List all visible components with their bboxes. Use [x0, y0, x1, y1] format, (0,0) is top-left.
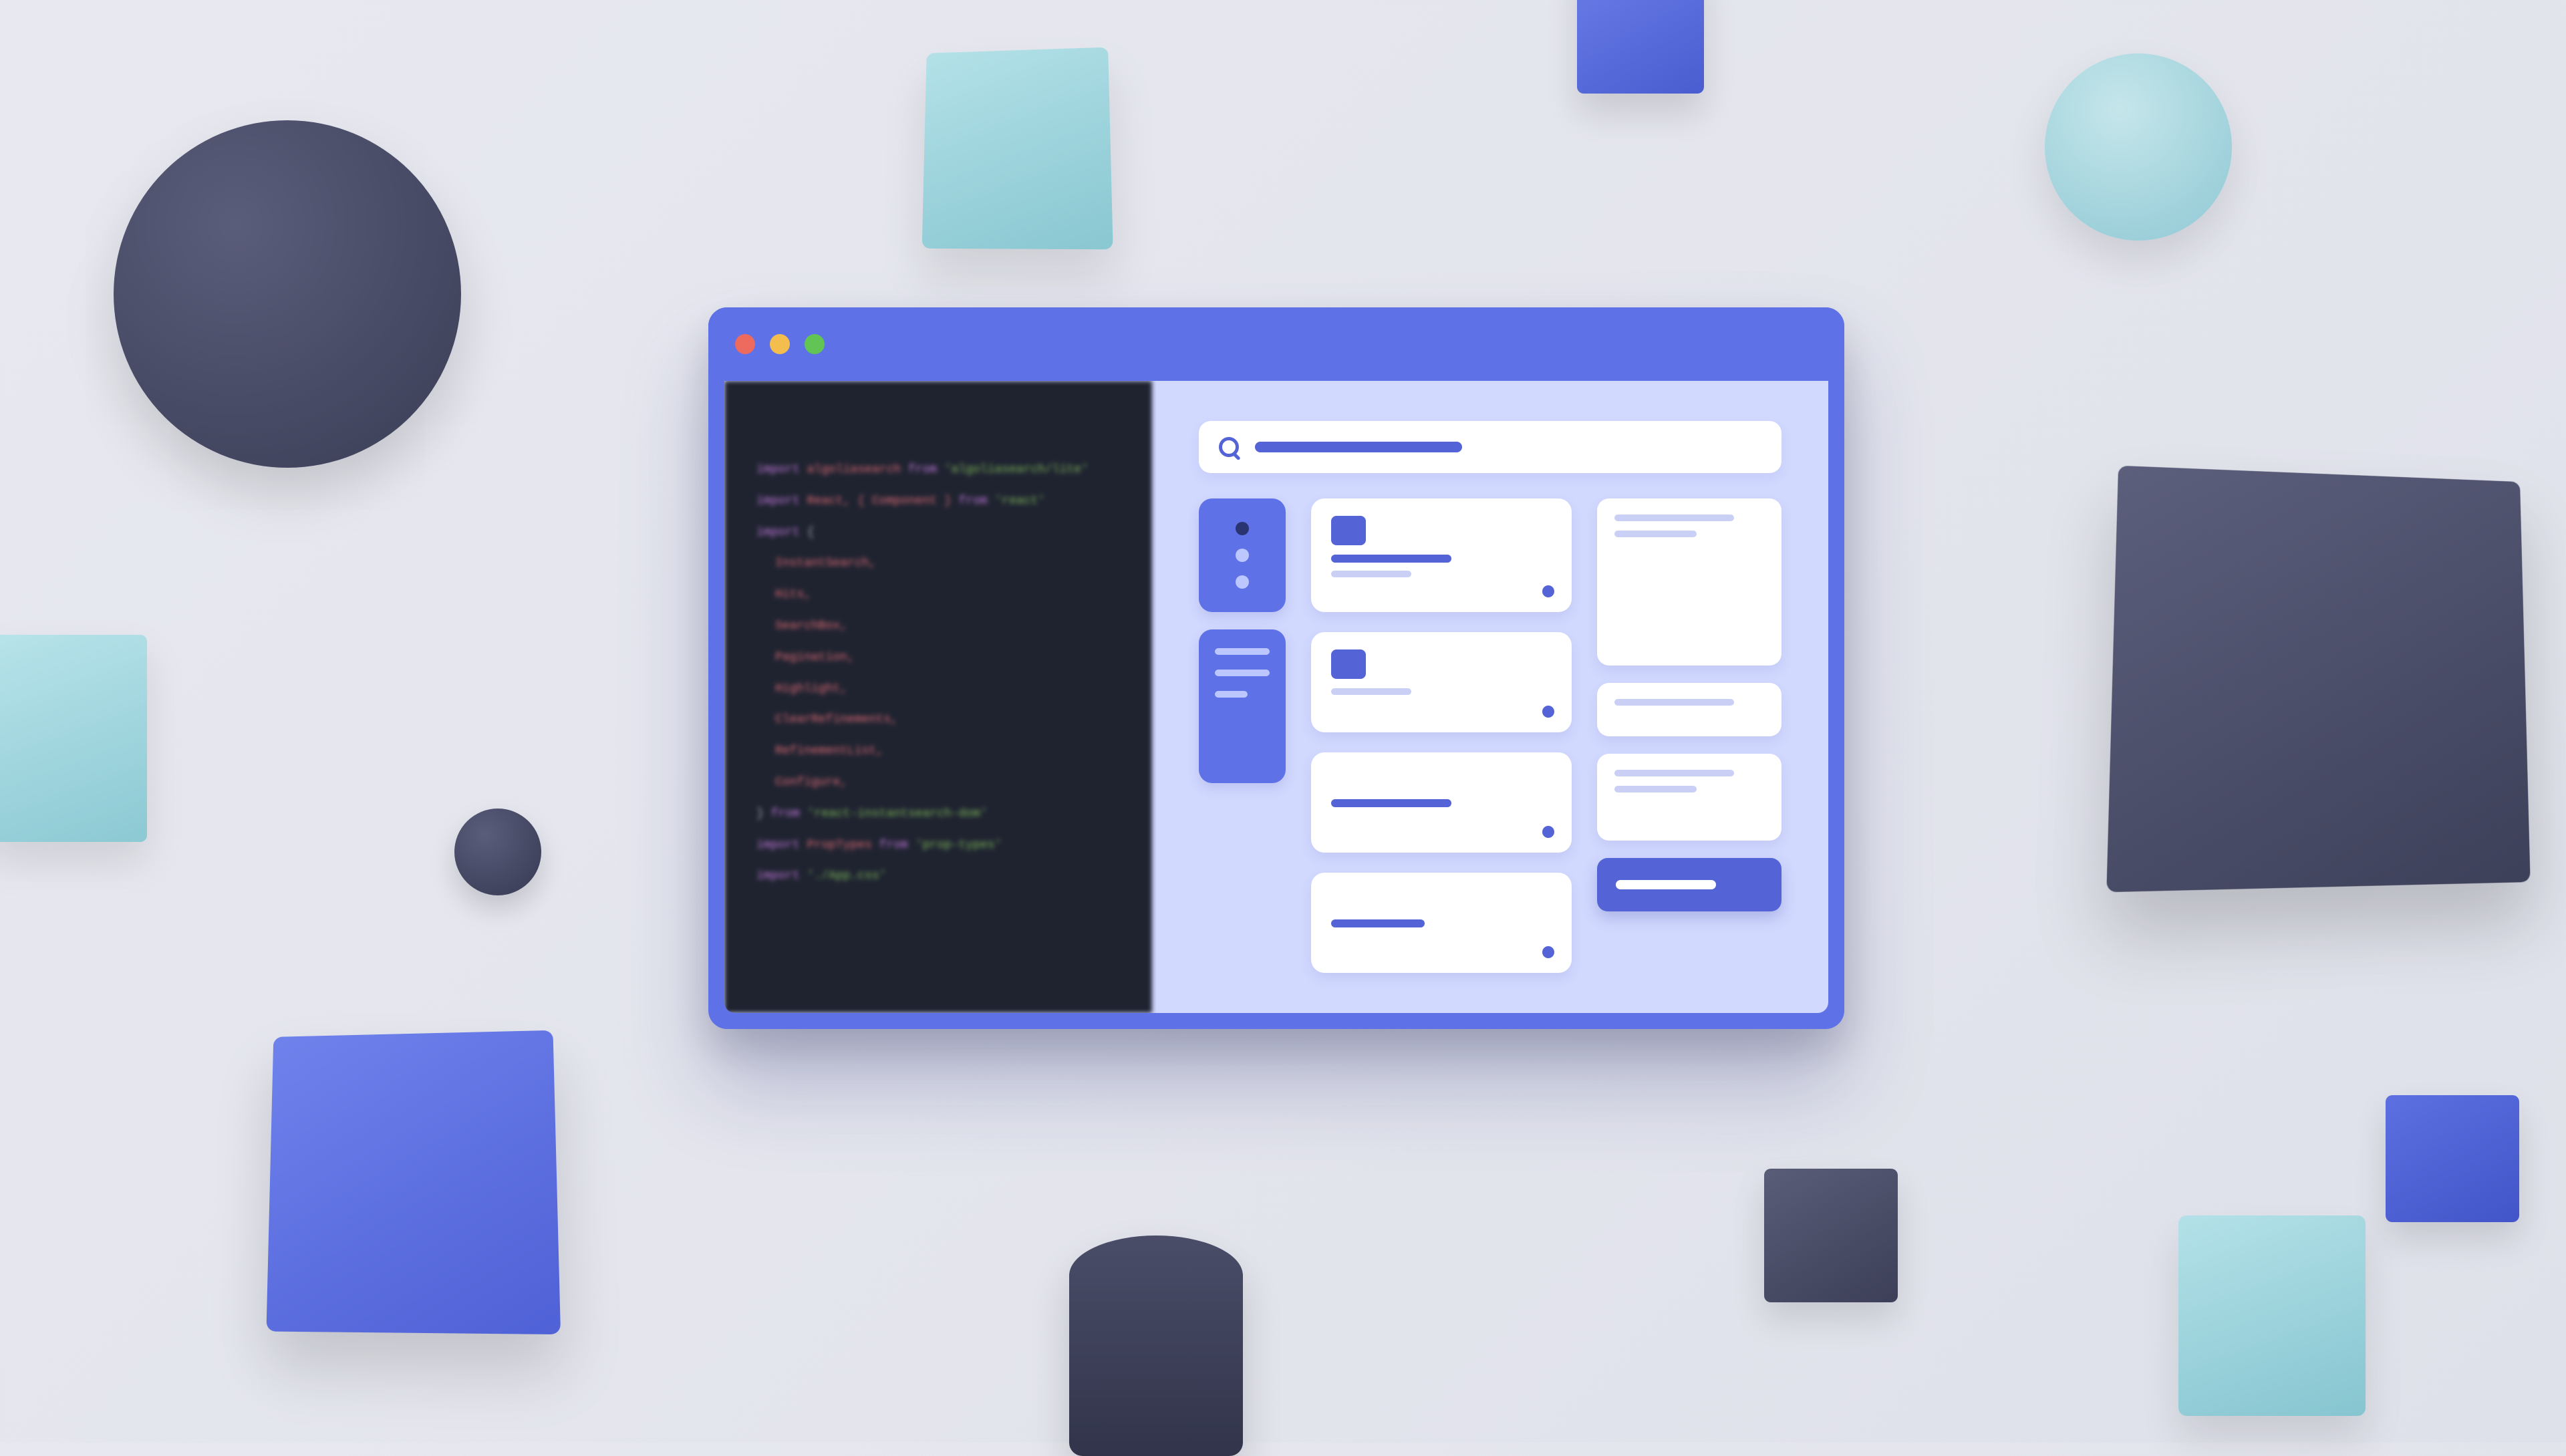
- result-subtitle-placeholder: [1331, 571, 1411, 577]
- filter-line: [1215, 670, 1270, 676]
- result-card[interactable]: [1311, 498, 1572, 612]
- result-card[interactable]: [1311, 873, 1572, 973]
- decor-cube-dark-small: [1764, 1169, 1898, 1302]
- status-dot-icon: [1542, 946, 1554, 958]
- results-columns: [1199, 498, 1781, 973]
- aside-card[interactable]: [1597, 683, 1781, 736]
- search-input[interactable]: [1199, 421, 1781, 473]
- result-title-placeholder: [1331, 919, 1425, 927]
- decor-cylinder: [1069, 1235, 1243, 1456]
- minimize-icon[interactable]: [770, 334, 790, 354]
- decor-cube-blue-bl: [266, 1030, 561, 1334]
- status-dot-icon: [1542, 585, 1554, 597]
- aside-card[interactable]: [1597, 754, 1781, 841]
- filter-dot-1[interactable]: [1236, 522, 1249, 535]
- decor-cube-teal-left: [0, 635, 147, 842]
- filter-group-dots[interactable]: [1199, 498, 1286, 612]
- search-icon: [1219, 437, 1239, 457]
- decor-cube-teal-br: [2178, 1215, 2366, 1416]
- code-editor-panel: import algoliasearch from 'algoliasearch…: [724, 381, 1152, 1013]
- decor-sphere-dark: [114, 120, 461, 468]
- aside-line: [1614, 786, 1697, 792]
- ui-preview-panel: [1152, 381, 1828, 1013]
- filter-line: [1215, 691, 1248, 698]
- result-thumbnail: [1331, 516, 1366, 545]
- result-card[interactable]: [1311, 752, 1572, 853]
- status-dot-icon: [1542, 706, 1554, 718]
- result-subtitle-placeholder: [1331, 688, 1411, 695]
- decor-sphere-small: [454, 809, 541, 895]
- search-query-placeholder: [1255, 442, 1462, 452]
- maximize-icon[interactable]: [805, 334, 825, 354]
- decor-cube-blue-top: [1577, 0, 1704, 94]
- aside-column: [1597, 498, 1781, 973]
- result-card[interactable]: [1311, 632, 1572, 732]
- result-thumbnail: [1331, 649, 1366, 679]
- decor-cube-teal-top: [922, 47, 1113, 250]
- aside-line: [1614, 770, 1734, 776]
- button-label-placeholder: [1616, 880, 1716, 889]
- filter-sidebar: [1199, 498, 1286, 973]
- decor-cube-blue-br: [2386, 1095, 2519, 1222]
- decor-sphere-teal: [2045, 53, 2232, 241]
- filter-line: [1215, 648, 1270, 655]
- primary-action-button[interactable]: [1597, 858, 1781, 911]
- aside-line: [1614, 699, 1734, 706]
- filter-dot-2[interactable]: [1236, 549, 1249, 562]
- decor-cube-dark-right: [2106, 466, 2530, 893]
- aside-line: [1614, 515, 1734, 521]
- window-titlebar: [708, 307, 1844, 381]
- result-title-placeholder: [1331, 555, 1451, 563]
- aside-card[interactable]: [1597, 498, 1781, 666]
- filter-dot-3[interactable]: [1236, 575, 1249, 589]
- status-dot-icon: [1542, 826, 1554, 838]
- filter-group-lines[interactable]: [1199, 629, 1286, 783]
- app-window: import algoliasearch from 'algoliasearch…: [708, 307, 1844, 1029]
- window-body: import algoliasearch from 'algoliasearch…: [724, 381, 1828, 1013]
- aside-line: [1614, 531, 1697, 537]
- close-icon[interactable]: [735, 334, 755, 354]
- result-title-placeholder: [1331, 799, 1451, 807]
- results-list: [1311, 498, 1572, 973]
